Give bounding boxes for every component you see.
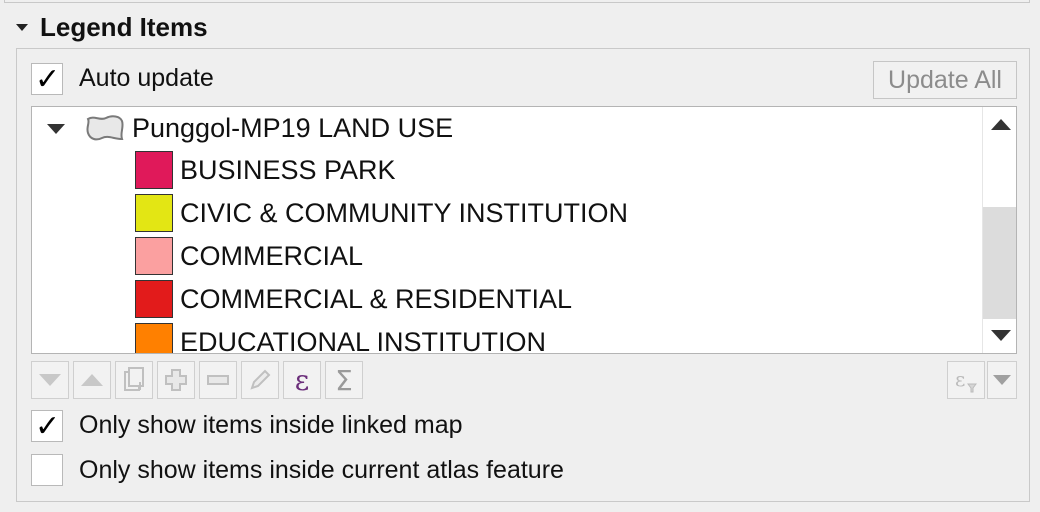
color-swatch <box>135 237 173 275</box>
add-group-icon <box>124 367 144 391</box>
remove-item-button[interactable] <box>199 361 237 399</box>
edit-item-icon <box>250 369 271 390</box>
move-down-icon <box>39 374 61 386</box>
expand-arrow-icon[interactable] <box>47 124 65 134</box>
legend-item-label: CIVIC & COMMUNITY INSTITUTION <box>180 198 629 228</box>
legend-item-label: COMMERCIAL & RESIDENTIAL <box>180 284 573 314</box>
legend-items-group: ✓ Auto update Update All Punggol-MP19 LA… <box>16 48 1030 502</box>
scroll-down-icon[interactable] <box>991 330 1011 341</box>
color-swatch <box>135 194 173 232</box>
color-swatch <box>135 280 173 318</box>
add-item-button[interactable] <box>157 361 195 399</box>
filter-expression-button[interactable]: ε <box>947 361 985 399</box>
previous-section-edge <box>4 0 1030 3</box>
layer-name[interactable]: Punggol-MP19 LAND USE <box>132 113 453 144</box>
scroll-up-icon[interactable] <box>991 119 1011 130</box>
move-up-button[interactable] <box>73 361 111 399</box>
chevron-down-icon <box>993 375 1011 385</box>
atlas-feature-label: Only show items inside current atlas fea… <box>79 456 564 484</box>
checkmark-icon: ✓ <box>35 410 61 443</box>
count-sum-button[interactable]: Σ <box>325 361 363 399</box>
filter-expression-icon: ε <box>955 367 977 393</box>
legend-items-section-header[interactable]: Legend Items <box>16 10 208 44</box>
filter-tools: ε <box>947 361 1017 399</box>
svg-text:ε: ε <box>955 367 965 391</box>
expression-icon: ε <box>294 363 310 397</box>
polygon-layer-icon <box>86 115 124 141</box>
section-title: Legend Items <box>40 11 208 42</box>
atlas-feature-checkbox[interactable] <box>31 454 63 486</box>
color-swatch <box>135 151 173 189</box>
linked-map-checkbox[interactable]: ✓ <box>31 410 63 443</box>
layout-properties-panel: Legend Items ✓ Auto update Update All Pu… <box>0 0 1040 512</box>
move-down-button[interactable] <box>31 361 69 399</box>
add-group-button[interactable] <box>115 361 153 399</box>
scroll-thumb[interactable] <box>983 207 1016 319</box>
edit-item-button[interactable] <box>241 361 279 399</box>
collapse-arrow-icon[interactable] <box>16 23 28 31</box>
legend-item-label: EDUCATIONAL INSTITUTION <box>180 327 547 354</box>
color-swatch <box>135 323 173 353</box>
expression-button[interactable]: ε <box>283 361 321 399</box>
legend-toolbar: ε Σ <box>31 361 363 399</box>
remove-item-icon <box>207 375 229 385</box>
move-up-icon <box>81 374 103 386</box>
update-all-button[interactable]: Update All <box>873 61 1017 99</box>
sum-icon: Σ <box>335 363 353 397</box>
auto-update-label: Auto update <box>79 64 214 92</box>
legend-item-label: BUSINESS PARK <box>180 155 396 185</box>
legend-item-label: COMMERCIAL <box>180 241 364 271</box>
filter-dropdown-button[interactable] <box>987 361 1017 399</box>
legend-tree[interactable]: Punggol-MP19 LAND USE BUSINESS PARK CIVI… <box>31 106 1017 354</box>
auto-update-checkbox[interactable]: ✓ <box>31 63 63 96</box>
add-item-icon <box>165 369 187 391</box>
vertical-scrollbar[interactable] <box>982 107 1016 353</box>
linked-map-label: Only show items inside linked map <box>79 411 463 439</box>
checkmark-icon: ✓ <box>35 63 61 96</box>
